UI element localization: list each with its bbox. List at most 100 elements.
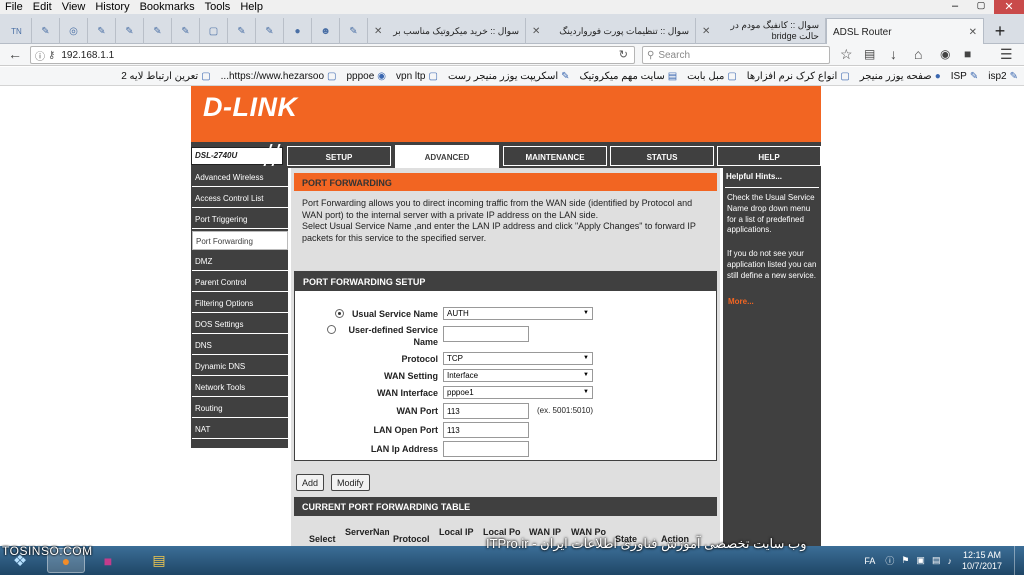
minimize-icon[interactable]: – [942,0,968,14]
pinned-tab[interactable]: ✎ [256,18,284,44]
pinned-tab[interactable]: ✎ [32,18,60,44]
bookmark-item[interactable]: ✎ اسکریپت یوزر منیجر رست [448,71,570,82]
reload-icon[interactable]: ↻ [619,48,628,61]
bookmark-label: انواع کرک نرم افزارها [746,70,838,82]
nav-dmz[interactable]: DMZ [192,252,288,271]
back-icon[interactable]: ← [8,46,22,62]
info-icon[interactable]: ⓘ [35,48,45,63]
pinned-tab[interactable]: ✎ [144,18,172,44]
bookmark-item[interactable]: ◉ pppoe [346,71,386,82]
tab-close-icon[interactable]: ✕ [702,26,710,37]
clock[interactable]: 12:15 AM 10/7/2017 [962,550,1002,572]
flag-tray-icon[interactable]: ⚑ [901,555,909,566]
pinned-tab[interactable]: ● [284,18,312,44]
bookmark-item[interactable]: ▢ vpn ltp [396,71,438,82]
nav-port-forwarding[interactable]: Port Forwarding [192,231,288,250]
volume-tray-icon[interactable]: ♪ [947,556,952,566]
tab-close-icon[interactable]: ✕ [532,26,540,37]
bookmark-label: صفحه یوزر منیجر [859,70,932,82]
hamburger-menu-icon[interactable]: ☰ [1000,46,1013,63]
helpful-hints-panel: Helpful Hints... Check the Usual Service… [723,168,821,546]
nav-routing[interactable]: Routing [192,399,288,418]
pinned-tab[interactable]: ✎ [172,18,200,44]
pinned-tab[interactable]: ▢ [200,18,228,44]
lan-ip-input[interactable] [443,441,529,457]
maximize-icon[interactable]: ▢ [968,0,994,14]
nav-parent-control[interactable]: Parent Control [192,273,288,292]
nav-port-triggering[interactable]: Port Triggering [192,210,288,229]
tab-setup[interactable]: SETUP [287,146,391,166]
menu-tools[interactable]: Tools [200,1,236,13]
wan-port-input[interactable]: 113 [443,403,529,419]
pocket-icon[interactable]: ◉ [940,47,950,61]
home-icon[interactable]: ⌂ [914,46,922,62]
tab-maintenance[interactable]: MAINTENANCE [503,146,607,166]
nav-dns[interactable]: DNS [192,336,288,355]
help-tray-icon[interactable]: ⓘ [885,554,894,567]
bookmark-item[interactable]: ✎ isp2 [988,71,1018,82]
pinned-tab[interactable]: ✎ [88,18,116,44]
winrar-taskbar-icon[interactable]: ■ [89,548,127,573]
bookmark-item[interactable]: ▢ انواع کرک نرم افزارها [747,71,850,82]
tab-port-forwarding[interactable]: سوال :: تنظیمات پورت فورواردینگ ✕ [526,18,696,44]
user-defined-input[interactable] [443,326,529,342]
wan-interface-select[interactable]: pppoe1 ▼ [443,386,593,399]
more-link[interactable]: More... [728,297,754,306]
monitor-tray-icon[interactable]: ▣ [916,555,925,566]
menu-file[interactable]: File [0,1,28,13]
pinned-tab[interactable]: ✎ [340,18,368,44]
bookmark-item[interactable]: ▢ مبل بابت [687,71,737,82]
search-bar[interactable]: ⚲ Search [642,46,830,64]
pinned-tab[interactable]: ◎ [60,18,88,44]
tab-status[interactable]: STATUS [610,146,714,166]
show-desktop-button[interactable] [1014,546,1024,575]
tab-close-icon[interactable]: ✕ [374,26,382,37]
tab-bridge-config[interactable]: سوال :: کانفیگ مودم در حالت bridge ✕ [696,18,826,44]
modify-button[interactable]: Modify [331,474,370,491]
bookmark-item[interactable]: ● صفحه یوزر منیجر [860,71,941,82]
network-tray-icon[interactable]: ▤ [932,555,941,566]
menu-view[interactable]: View [57,1,91,13]
close-window-icon[interactable]: ✕ [994,0,1024,14]
usual-service-radio[interactable] [335,309,344,318]
tab-adsl-router[interactable]: ADSL Router ✕ [826,18,984,45]
bookmark-star-icon[interactable]: ☆ [840,46,853,63]
nav-dos-settings[interactable]: DOS Settings [192,315,288,334]
download-icon[interactable]: ↓ [890,46,897,62]
select-value: AUTH [447,309,469,318]
new-tab-button[interactable]: + [986,18,1014,44]
bookmark-item[interactable]: ▢ تعرین ارتباط لایه 2 [121,71,210,82]
nav-nat[interactable]: NAT [192,420,288,439]
reading-list-icon[interactable]: ▤ [864,47,875,61]
nav-access-control-list[interactable]: Access Control List [192,189,288,208]
bookmark-item[interactable]: ▤ سایت مهم میکروتیک [580,71,678,82]
usual-service-select[interactable]: AUTH ▼ [443,307,593,320]
protocol-select[interactable]: TCP ▼ [443,352,593,365]
menu-history[interactable]: History [90,1,134,13]
bookmark-item[interactable]: ✎ ISP [951,71,979,82]
add-button[interactable]: Add [296,474,325,491]
folder-icon: ▤ [152,552,166,568]
language-indicator[interactable]: FA [864,556,875,566]
pinned-tab[interactable]: TN [2,18,32,44]
lan-open-port-input[interactable]: 113 [443,422,529,438]
tab-advanced[interactable]: ADVANCED [394,144,500,168]
pinned-tab[interactable]: ✎ [228,18,256,44]
pinned-tab[interactable]: ✎ [116,18,144,44]
nav-network-tools[interactable]: Network Tools [192,378,288,397]
explorer-taskbar-icon[interactable]: ▤ [140,548,178,573]
url-bar[interactable]: ⓘ ⚷ 192.168.1.1 ↻ [30,46,635,64]
nav-advanced-wireless[interactable]: Advanced Wireless [192,168,288,187]
tab-help[interactable]: HELP [717,146,821,166]
bookmark-item[interactable]: ▢ https://www.hezarsoo... [221,71,337,82]
menu-bookmarks[interactable]: Bookmarks [135,1,200,13]
pinned-tab[interactable]: ☻ [312,18,340,44]
tab-close-icon[interactable]: ✕ [969,27,977,38]
nav-filtering-options[interactable]: Filtering Options [192,294,288,313]
wan-setting-select[interactable]: Interface ▼ [443,369,593,382]
addon-icon[interactable]: ■ [964,47,971,61]
tab-kharid-mikrotik[interactable]: سوال :: خرید میکروتیک مناسب بر ✕ [368,18,526,44]
menu-help[interactable]: Help [235,1,268,13]
menu-edit[interactable]: Edit [28,1,57,13]
nav-dynamic-dns[interactable]: Dynamic DNS [192,357,288,376]
